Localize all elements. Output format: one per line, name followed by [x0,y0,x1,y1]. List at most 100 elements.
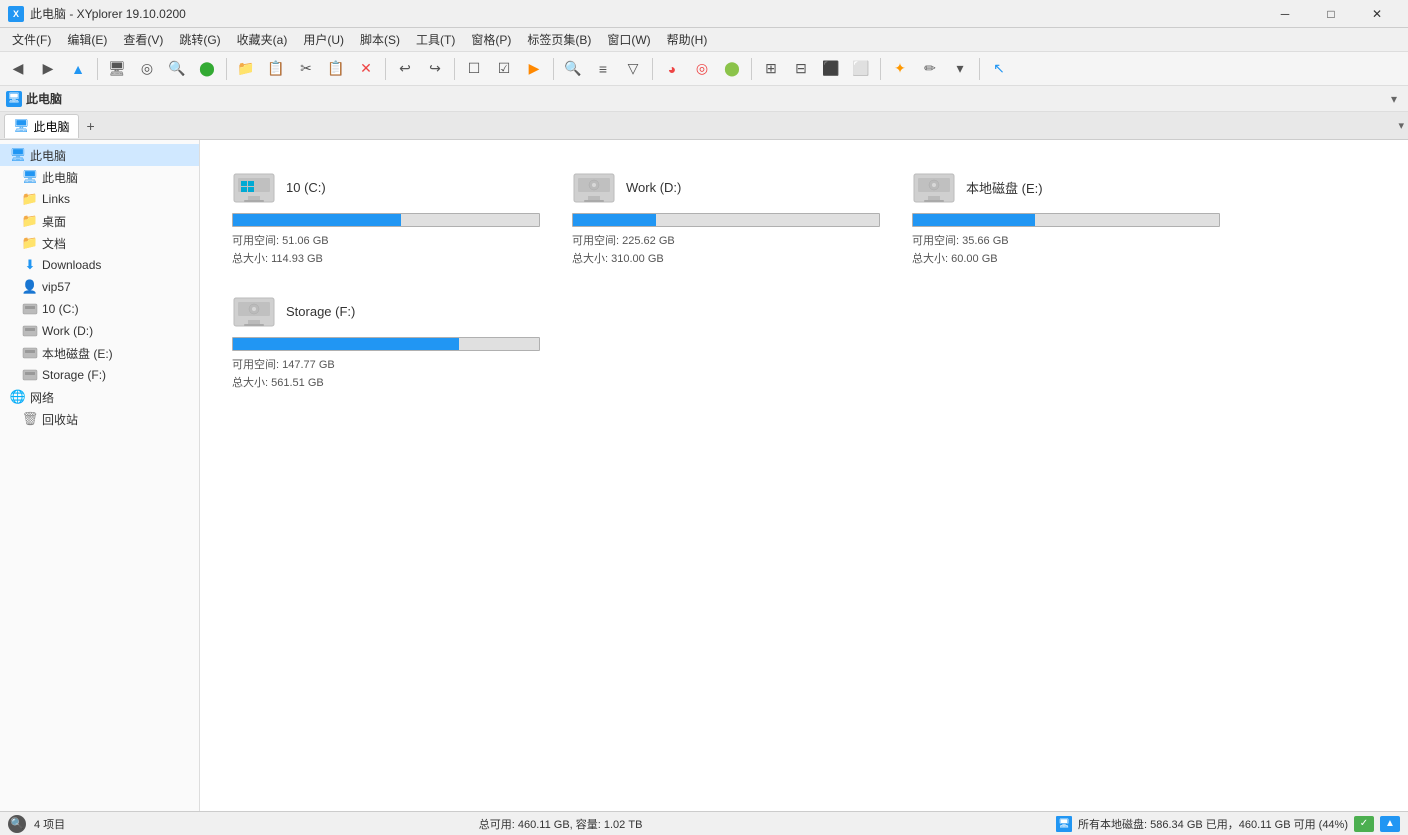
sidebar-item-documents[interactable]: 📁文档 [0,232,199,254]
drive-header-e: 本地磁盘 (E:) [912,168,1220,207]
status-ok-button[interactable]: ✓ [1354,816,1374,832]
sidebar-label-links: Links [42,192,70,206]
cols-button[interactable]: ⬛ [817,55,845,83]
check-button[interactable]: ☐ [460,55,488,83]
grid2-button[interactable]: ⊞ [757,55,785,83]
star-button[interactable]: ✦ [886,55,914,83]
sidebar-item-network[interactable]: 🌐网络 [0,386,199,408]
sidebar-item-desktop[interactable]: 📁桌面 [0,210,199,232]
checkall-button[interactable]: ☑ [490,55,518,83]
undo-button[interactable]: ↩ [391,55,419,83]
sidebar-item-recycle[interactable]: 🗑回收站 [0,408,199,430]
menu-item-a[interactable]: 收藏夹(a) [229,29,296,50]
drive-bar-container-d [572,213,880,227]
paint-button[interactable]: ✏ [916,55,944,83]
title-bar-controls[interactable]: ─ □ ✕ [1262,0,1400,28]
drive-bar-fill-d [573,214,656,226]
filter-button[interactable]: ≡ [589,55,617,83]
run-button[interactable]: ▶ [520,55,548,83]
status-search-icon[interactable]: 🔍 [8,815,26,833]
redo-button[interactable]: ↪ [421,55,449,83]
scan-button[interactable]: ◎ [133,55,161,83]
drive-card-f[interactable]: Storage (F:) 可用空间: 147.77 GB总大小: 561.51 G… [216,280,556,404]
addr-pc-icon: 🖥 [6,91,22,107]
menu-item-t[interactable]: 工具(T) [408,29,463,50]
sidebar-label-vip57: vip57 [42,280,71,294]
drive-info-f: 可用空间: 147.77 GB总大小: 561.51 GB [232,357,540,392]
sidebar-item-this-pc-sub[interactable]: 🖥此电脑 [0,166,199,188]
close-button[interactable]: ✕ [1354,0,1400,28]
menu-item-u[interactable]: 用户(U) [295,29,352,50]
minimize-button[interactable]: ─ [1262,0,1308,28]
split-button[interactable]: ⬜ [847,55,875,83]
window-title: 此电脑 - XYplorer 19.10.0200 [30,5,186,22]
drive-header-f: Storage (F:) [232,292,540,331]
drive-card-c[interactable]: 10 (C:)可用空间: 51.06 GB总大小: 114.93 GB [216,156,556,280]
tab-add-button[interactable]: + [81,116,101,136]
menu-item-p[interactable]: 窗格(P) [463,29,519,50]
status-right-info: 🖥 所有本地磁盘: 586.34 GB 已用，460.11 GB 可用 (44%… [1056,816,1400,832]
paste-button[interactable]: 📋 [322,55,350,83]
sidebar-item-drive-e[interactable]: 本地磁盘 (E:) [0,342,199,364]
status-bar: 🔍 4 项目 总可用: 460.11 GB, 容量: 1.02 TB 🖥 所有本… [0,811,1408,835]
menu-item-b[interactable]: 标签页集(B) [519,29,599,50]
sidebar-item-drive-d[interactable]: Work (D:) [0,320,199,342]
filter2-button[interactable]: ▽ [619,55,647,83]
cursor-button[interactable]: ↖ [985,55,1013,83]
pen-dropdown[interactable]: ▾ [946,55,974,83]
maximize-button[interactable]: □ [1308,0,1354,28]
sidebar-icon-links: 📁 [22,191,38,207]
menu-item-v[interactable]: 查看(V) [115,29,171,50]
drive-card-e[interactable]: 本地磁盘 (E:)可用空间: 35.66 GB总大小: 60.00 GB [896,156,1236,280]
new-folder-button[interactable]: 📁 [232,55,260,83]
up-button[interactable]: ▲ [64,55,92,83]
find-button[interactable]: 🔍 [163,55,191,83]
sidebar-label-documents: 文档 [42,235,66,252]
search2-button[interactable]: 🔍 [559,55,587,83]
menu-item-g[interactable]: 跳转(G) [171,29,228,50]
sidebar-item-downloads[interactable]: ⬇Downloads [0,254,199,276]
menu-item-h[interactable]: 帮助(H) [659,29,716,50]
status-settings-button[interactable]: ▲ [1380,816,1400,832]
sidebar-item-vip57[interactable]: 👤vip57 [0,276,199,298]
refresh-button[interactable]: ⬤ [193,55,221,83]
drive-bar-fill-f [233,338,459,350]
tab-chevron-button[interactable]: ▾ [1398,119,1404,132]
grid3-button[interactable]: ⊟ [787,55,815,83]
menu-item-e[interactable]: 编辑(E) [59,29,115,50]
drive-card-d[interactable]: Work (D:)可用空间: 225.62 GB总大小: 310.00 GB [556,156,896,280]
sep6 [652,58,653,80]
sidebar-item-links[interactable]: 📁 Links [0,188,199,210]
toolbar: ◀ ▶ ▲ 🖥 ◎ 🔍 ⬤ 📁 📋 ✂ 📋 ✕ ↩ ↪ ☐ ☑ ▶ 🔍 ≡ ▽ … [0,52,1408,86]
forward-button[interactable]: ▶ [34,55,62,83]
menu-item-f[interactable]: 文件(F) [4,29,59,50]
drive-free-f: 可用空间: 147.77 GB [232,357,540,375]
menu-bar: 文件(F)编辑(E)查看(V)跳转(G)收藏夹(a)用户(U)脚本(S)工具(T… [0,28,1408,52]
sidebar-icon-drive-f [22,367,38,383]
pie-button[interactable]: ◕ [658,55,686,83]
android-button[interactable]: ⬤ [718,55,746,83]
sep3 [385,58,386,80]
drive-name-d: Work (D:) [626,180,681,195]
copy-button[interactable]: 📋 [262,55,290,83]
sidebar-label-this-pc-sub: 此电脑 [42,169,78,186]
sidebar-icon-documents: 📁 [22,235,38,251]
sidebar-item-this-pc[interactable]: 🖥此电脑 [0,144,199,166]
target-button[interactable]: ◎ [688,55,716,83]
home-button[interactable]: 🖥 [103,55,131,83]
menu-item-s[interactable]: 脚本(S) [352,29,408,50]
content-area: 10 (C:)可用空间: 51.06 GB总大小: 114.93 GB Work… [200,140,1408,811]
drive-free-c: 可用空间: 51.06 GB [232,233,540,251]
delete-button[interactable]: ✕ [352,55,380,83]
title-bar-left: X 此电脑 - XYplorer 19.10.0200 [8,5,186,22]
menu-item-w[interactable]: 窗口(W) [599,29,658,50]
tab-this-pc[interactable]: 🖥 此电脑 [4,114,79,138]
drive-icon-c [232,168,276,207]
sidebar-item-drive-f[interactable]: Storage (F:) [0,364,199,386]
sidebar-item-drive-c[interactable]: 10 (C:) [0,298,199,320]
addr-dropdown-button[interactable]: ▾ [1386,91,1402,107]
cut-button[interactable]: ✂ [292,55,320,83]
back-button[interactable]: ◀ [4,55,32,83]
drive-total-e: 总大小: 60.00 GB [912,251,1220,269]
sidebar-label-network: 网络 [30,389,54,406]
